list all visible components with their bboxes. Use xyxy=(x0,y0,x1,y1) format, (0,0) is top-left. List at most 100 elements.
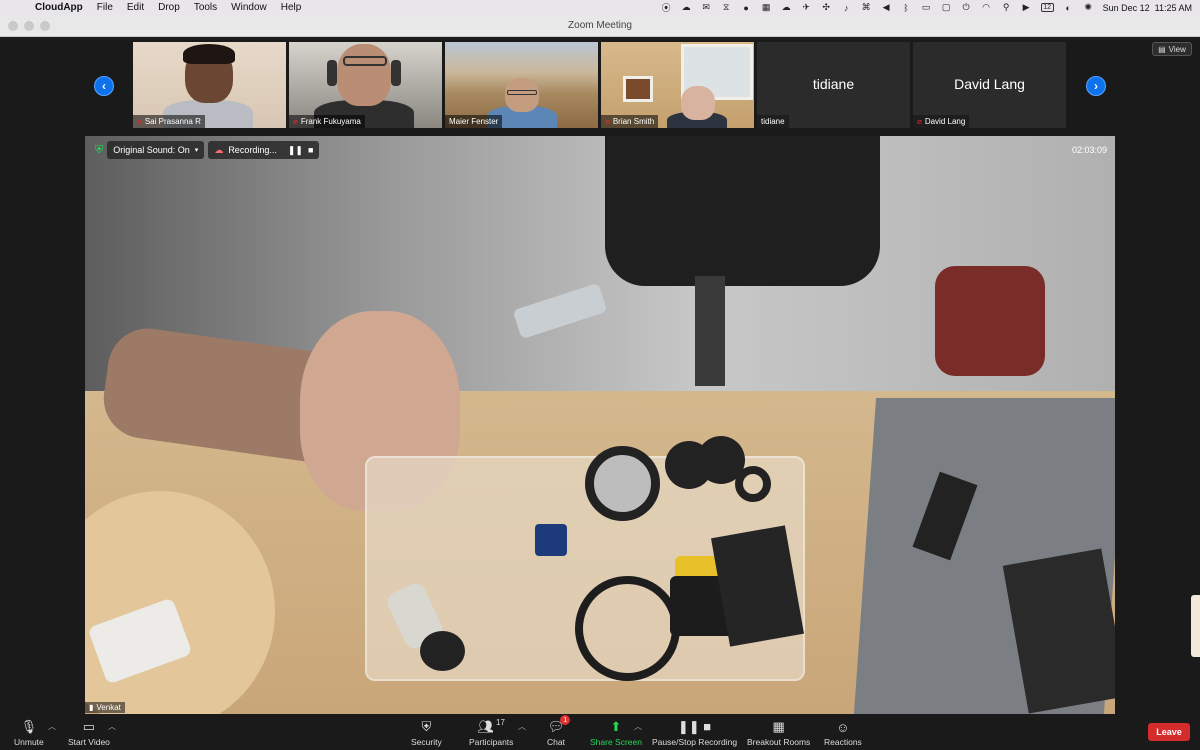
recording-label: Pause/Stop Recording xyxy=(652,737,738,747)
tile-name: Brian Smith xyxy=(612,117,655,126)
menu-help[interactable]: Help xyxy=(274,2,309,13)
signal-icon: ▮ xyxy=(89,703,94,712)
grid-icon[interactable]: ▦ xyxy=(761,2,772,12)
video-tile-brian[interactable]: ⌀ Brian Smith xyxy=(601,42,754,128)
chevron-left-icon: ‹ xyxy=(102,79,106,93)
window-title: Zoom Meeting xyxy=(568,20,632,31)
zoom-window-button[interactable] xyxy=(40,21,50,31)
dot-icon[interactable]: ● xyxy=(741,3,752,13)
record-icon[interactable]: ⦿ xyxy=(661,3,672,13)
power-icon[interactable]: ⏻ xyxy=(961,2,972,12)
tile-big-name: David Lang xyxy=(954,76,1025,92)
menu-window[interactable]: Window xyxy=(224,2,274,13)
tile-namebar: tidiane xyxy=(757,115,789,128)
pause-stop-recording-button[interactable]: ❚❚ ■ Pause/Stop Recording xyxy=(652,718,737,747)
security-button[interactable]: ⛨ Security xyxy=(411,718,442,747)
leave-button[interactable]: Leave xyxy=(1148,723,1190,741)
chat-button[interactable]: 💬︎ 1 Chat xyxy=(547,715,571,747)
toggle-icon[interactable]: ◐ xyxy=(1063,3,1074,13)
calendar-icon[interactable]: 12 xyxy=(1040,3,1054,12)
menu-drop[interactable]: Drop xyxy=(151,2,187,13)
tile-name: Frank Fukuyama xyxy=(300,117,361,126)
tile-name: David Lang xyxy=(924,117,966,126)
mic-icon[interactable]: ♪ xyxy=(841,3,852,13)
menu-tools[interactable]: Tools xyxy=(187,2,224,13)
gallery-next-button[interactable]: › xyxy=(1086,76,1106,96)
grid-view-icon: ▤ xyxy=(1158,44,1166,54)
menu-bar: CloudApp File Edit Drop Tools Window Hel… xyxy=(0,0,1200,15)
original-sound-toggle[interactable]: Original Sound: On ▾ xyxy=(107,141,205,159)
bluetooth-icon[interactable]: ᛒ xyxy=(901,3,912,13)
participants-count: 17 xyxy=(496,718,505,727)
gallery-prev-button[interactable]: ‹ xyxy=(94,76,114,96)
battery-icon[interactable]: ▭ xyxy=(921,2,932,12)
participant-gallery: ‹ › ▤ View ⌀ Sai Prasanna R ⌀ Frank Fukuyam… xyxy=(0,37,1200,133)
menu-edit[interactable]: Edit xyxy=(120,2,151,13)
participants-options-caret[interactable]: ︿ xyxy=(518,721,526,732)
video-chair xyxy=(605,136,880,286)
video-small-wheel xyxy=(420,631,465,671)
wifi-icon[interactable]: ◠ xyxy=(981,2,992,12)
share-screen-icon: ⬆ xyxy=(610,719,622,734)
shield-icon[interactable]: ⛨ xyxy=(95,144,103,157)
diff-icon[interactable]: ⧖ xyxy=(721,2,732,12)
keys-icon[interactable]: ⌘ xyxy=(861,2,872,12)
mail-icon[interactable]: ✉ xyxy=(701,2,712,12)
chat-label: Chat xyxy=(547,737,565,747)
shield-icon: ⛨ xyxy=(421,719,432,734)
mic-muted-icon: ⌀ xyxy=(605,117,610,126)
reactions-button[interactable]: ☺ Reactions xyxy=(824,718,862,747)
display-icon[interactable]: ▢ xyxy=(941,2,952,12)
security-label: Security xyxy=(411,737,442,747)
mic-muted-icon: ⌀ xyxy=(917,117,922,126)
menu-file[interactable]: File xyxy=(90,2,120,13)
side-panel-tab[interactable] xyxy=(1191,595,1200,657)
video-tile-tidiane[interactable]: tidiane tidiane xyxy=(757,42,910,128)
video-tile-maier[interactable]: Maier Fenster xyxy=(445,42,598,128)
tile-namebar: ⌀ Sai Prasanna R xyxy=(133,115,205,128)
active-speaker-video[interactable] xyxy=(85,136,1115,714)
volume-icon[interactable]: ◀ xyxy=(881,2,892,12)
menubar-datetime[interactable]: Sun Dec 12 11:25 AM xyxy=(1103,3,1192,13)
start-video-button[interactable]: ▭ Start Video xyxy=(68,718,110,747)
bird-icon[interactable]: ✈ xyxy=(801,2,812,12)
breakout-rooms-button[interactable]: ▦ Breakout Rooms xyxy=(747,718,810,747)
video-cable-coil xyxy=(575,576,680,681)
share-options-caret[interactable]: ︿ xyxy=(634,721,642,732)
video-options-caret[interactable]: ︿ xyxy=(108,721,116,732)
search-icon[interactable]: ⚲ xyxy=(1001,2,1012,12)
participants-button[interactable]: 👥︎ 17 Participants xyxy=(469,718,513,747)
chat-badge: 1 xyxy=(560,715,571,725)
audio-options-caret[interactable]: ︿ xyxy=(48,721,56,732)
tile-namebar: ⌀ Frank Fukuyama xyxy=(289,115,365,128)
start-video-label: Start Video xyxy=(68,737,110,747)
close-window-button[interactable] xyxy=(8,21,18,31)
minimize-window-button[interactable] xyxy=(24,21,34,31)
video-tile-frank[interactable]: ⌀ Frank Fukuyama xyxy=(289,42,442,128)
video-red-object xyxy=(935,266,1045,376)
tile-name: Maier Fenster xyxy=(449,117,499,126)
view-button[interactable]: ▤ View xyxy=(1152,42,1192,56)
pause-icon[interactable]: ❚❚ xyxy=(288,145,303,156)
cloud-alt-icon[interactable]: ☁ xyxy=(781,2,792,12)
tile-namebar: Maier Fenster xyxy=(445,115,503,128)
tile-name: tidiane xyxy=(761,117,785,126)
play-icon[interactable]: ▶ xyxy=(1021,2,1032,12)
video-tile-sai[interactable]: ⌀ Sai Prasanna R xyxy=(133,42,286,128)
cloud-icon[interactable]: ☁ xyxy=(681,2,692,12)
caret-down-icon: ▾ xyxy=(194,147,199,154)
tile-name: Sai Prasanna R xyxy=(144,117,201,126)
stop-icon[interactable]: ■ xyxy=(308,145,313,155)
people-icon: 👥︎ xyxy=(477,719,495,734)
unmute-button[interactable]: 🎙︎ Unmute xyxy=(14,718,44,747)
reactions-label: Reactions xyxy=(824,737,862,747)
video-ring xyxy=(735,466,771,502)
speaker-name: Venkat xyxy=(96,703,121,712)
video-chair-post xyxy=(695,276,725,386)
recording-indicator: ☁ Recording... ❚❚ ■ xyxy=(208,141,320,159)
video-tile-david[interactable]: David Lang ⌀ David Lang xyxy=(913,42,1066,128)
fan-icon[interactable]: ✣ xyxy=(821,2,832,12)
menu-app-name[interactable]: CloudApp xyxy=(28,2,90,13)
siri-icon[interactable]: ✺ xyxy=(1083,2,1094,12)
unmute-label: Unmute xyxy=(14,737,44,747)
